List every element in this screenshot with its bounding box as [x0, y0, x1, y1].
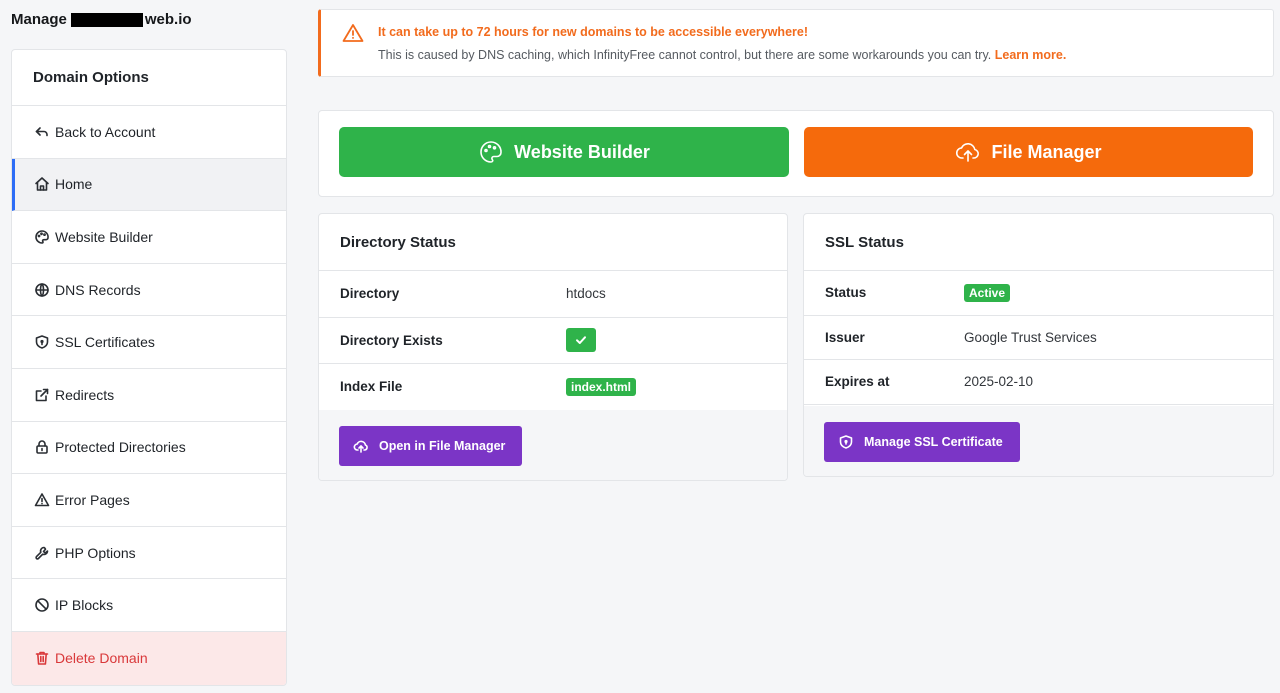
sidebar-item-label: Back to Account — [55, 123, 156, 140]
sidebar-item-label: Website Builder — [55, 228, 153, 245]
warning-icon — [33, 491, 51, 509]
trash-icon — [33, 649, 51, 667]
row-key: Issuer — [825, 329, 865, 345]
manage-ssl-certificate-button[interactable]: Manage SSL Certificate — [824, 422, 1020, 462]
check-icon — [576, 336, 586, 345]
sidebar-item-website-builder[interactable]: Website Builder — [12, 211, 286, 264]
lock-icon — [33, 438, 51, 456]
ssl-status-title: SSL Status — [804, 214, 1273, 271]
external-link-icon — [33, 386, 51, 404]
row-value: Google Trust Services — [964, 329, 1097, 345]
learn-more-link[interactable]: Learn more. — [995, 48, 1067, 62]
dns-propagation-alert: It can take up to 72 hours for new domai… — [318, 9, 1274, 77]
check-badge — [566, 328, 596, 353]
website-builder-button[interactable]: Website Builder — [339, 127, 789, 177]
sidebar-item-delete-domain[interactable]: Delete Domain — [12, 631, 286, 685]
back-arrow-icon — [33, 123, 51, 141]
open-in-file-manager-label: Open in File Manager — [379, 439, 506, 453]
row-key: Directory — [340, 286, 400, 302]
open-in-file-manager-button[interactable]: Open in File Manager — [339, 426, 523, 466]
sidebar-item-ssl-certificates[interactable]: SSL Certificates — [12, 316, 286, 369]
sidebar-item-label: Home — [55, 176, 93, 193]
page-title-prefix: Manage — [11, 11, 67, 28]
table-row: Expires at 2025-02-10 — [804, 360, 1273, 405]
page-title: Manage web.io — [11, 11, 192, 28]
status-badge: Active — [964, 283, 1011, 302]
quick-actions: Website Builder File Manager — [318, 110, 1274, 197]
index-file-badge: index.html — [566, 377, 637, 396]
redacted-domain — [70, 12, 143, 27]
row-key: Expires at — [825, 374, 890, 390]
palette-icon — [480, 141, 502, 163]
sidebar-item-label: Error Pages — [55, 491, 130, 508]
globe-icon — [33, 281, 51, 299]
alert-title: It can take up to 72 hours for new domai… — [378, 25, 808, 39]
sidebar-item-ip-blocks[interactable]: IP Blocks — [12, 579, 286, 632]
sidebar-item-label: PHP Options — [55, 544, 136, 561]
alert-body-text: This is caused by DNS caching, which Inf… — [378, 48, 992, 62]
ssl-status-card: SSL Status Status Active Issuer Google T… — [803, 213, 1274, 477]
home-icon — [33, 175, 51, 193]
card-footer: Manage SSL Certificate — [804, 406, 1273, 476]
sidebar-item-error-pages[interactable]: Error Pages — [12, 474, 286, 527]
directory-status-card: Directory Status Directory htdocs Direct… — [318, 213, 788, 481]
sidebar-item-protected-directories[interactable]: Protected Directories — [12, 422, 286, 475]
shield-icon — [33, 333, 51, 351]
sidebar-item-dns-records[interactable]: DNS Records — [12, 264, 286, 317]
wrench-icon — [33, 544, 51, 562]
warning-icon — [342, 23, 364, 43]
manage-ssl-certificate-label: Manage SSL Certificate — [864, 435, 1003, 449]
page-title-suffix: web.io — [144, 11, 192, 28]
sidebar-item-php-options[interactable]: PHP Options — [12, 527, 286, 580]
sidebar: Domain Options Back to Account Home Webs… — [11, 49, 287, 686]
table-row: Issuer Google Trust Services — [804, 316, 1273, 360]
table-row: Directory Exists — [319, 318, 787, 364]
sidebar-item-redirects[interactable]: Redirects — [12, 369, 286, 422]
sidebar-item-label: IP Blocks — [55, 597, 114, 614]
row-key: Directory Exists — [340, 332, 443, 348]
file-manager-button[interactable]: File Manager — [804, 127, 1253, 177]
row-key: Status — [825, 285, 867, 301]
table-row: Status Active — [804, 271, 1273, 316]
sidebar-item-back-to-account[interactable]: Back to Account — [12, 106, 286, 159]
sidebar-item-label: Protected Directories — [55, 439, 186, 456]
sidebar-item-home[interactable]: Home — [12, 158, 286, 212]
sidebar-item-label: DNS Records — [55, 281, 141, 298]
card-footer: Open in File Manager — [319, 410, 787, 480]
row-key: Index File — [340, 379, 403, 395]
sidebar-item-label: Delete Domain — [55, 650, 148, 667]
block-icon — [33, 596, 51, 614]
directory-status-title: Directory Status — [319, 214, 787, 271]
sidebar-item-label: SSL Certificates — [55, 334, 155, 351]
row-value: 2025-02-10 — [964, 374, 1034, 390]
table-row: Directory htdocs — [319, 271, 787, 318]
alert-body: This is caused by DNS caching, which Inf… — [378, 48, 1066, 62]
palette-icon — [33, 228, 51, 246]
cloud-upload-icon — [353, 440, 368, 453]
website-builder-label: Website Builder — [514, 141, 650, 162]
row-value: htdocs — [566, 286, 606, 302]
file-manager-label: File Manager — [991, 141, 1102, 162]
sidebar-header: Domain Options — [12, 50, 286, 106]
table-row: Index File index.html — [319, 364, 787, 411]
cloud-upload-icon — [956, 142, 980, 162]
sidebar-item-label: Redirects — [55, 386, 115, 403]
shield-icon — [839, 435, 853, 449]
